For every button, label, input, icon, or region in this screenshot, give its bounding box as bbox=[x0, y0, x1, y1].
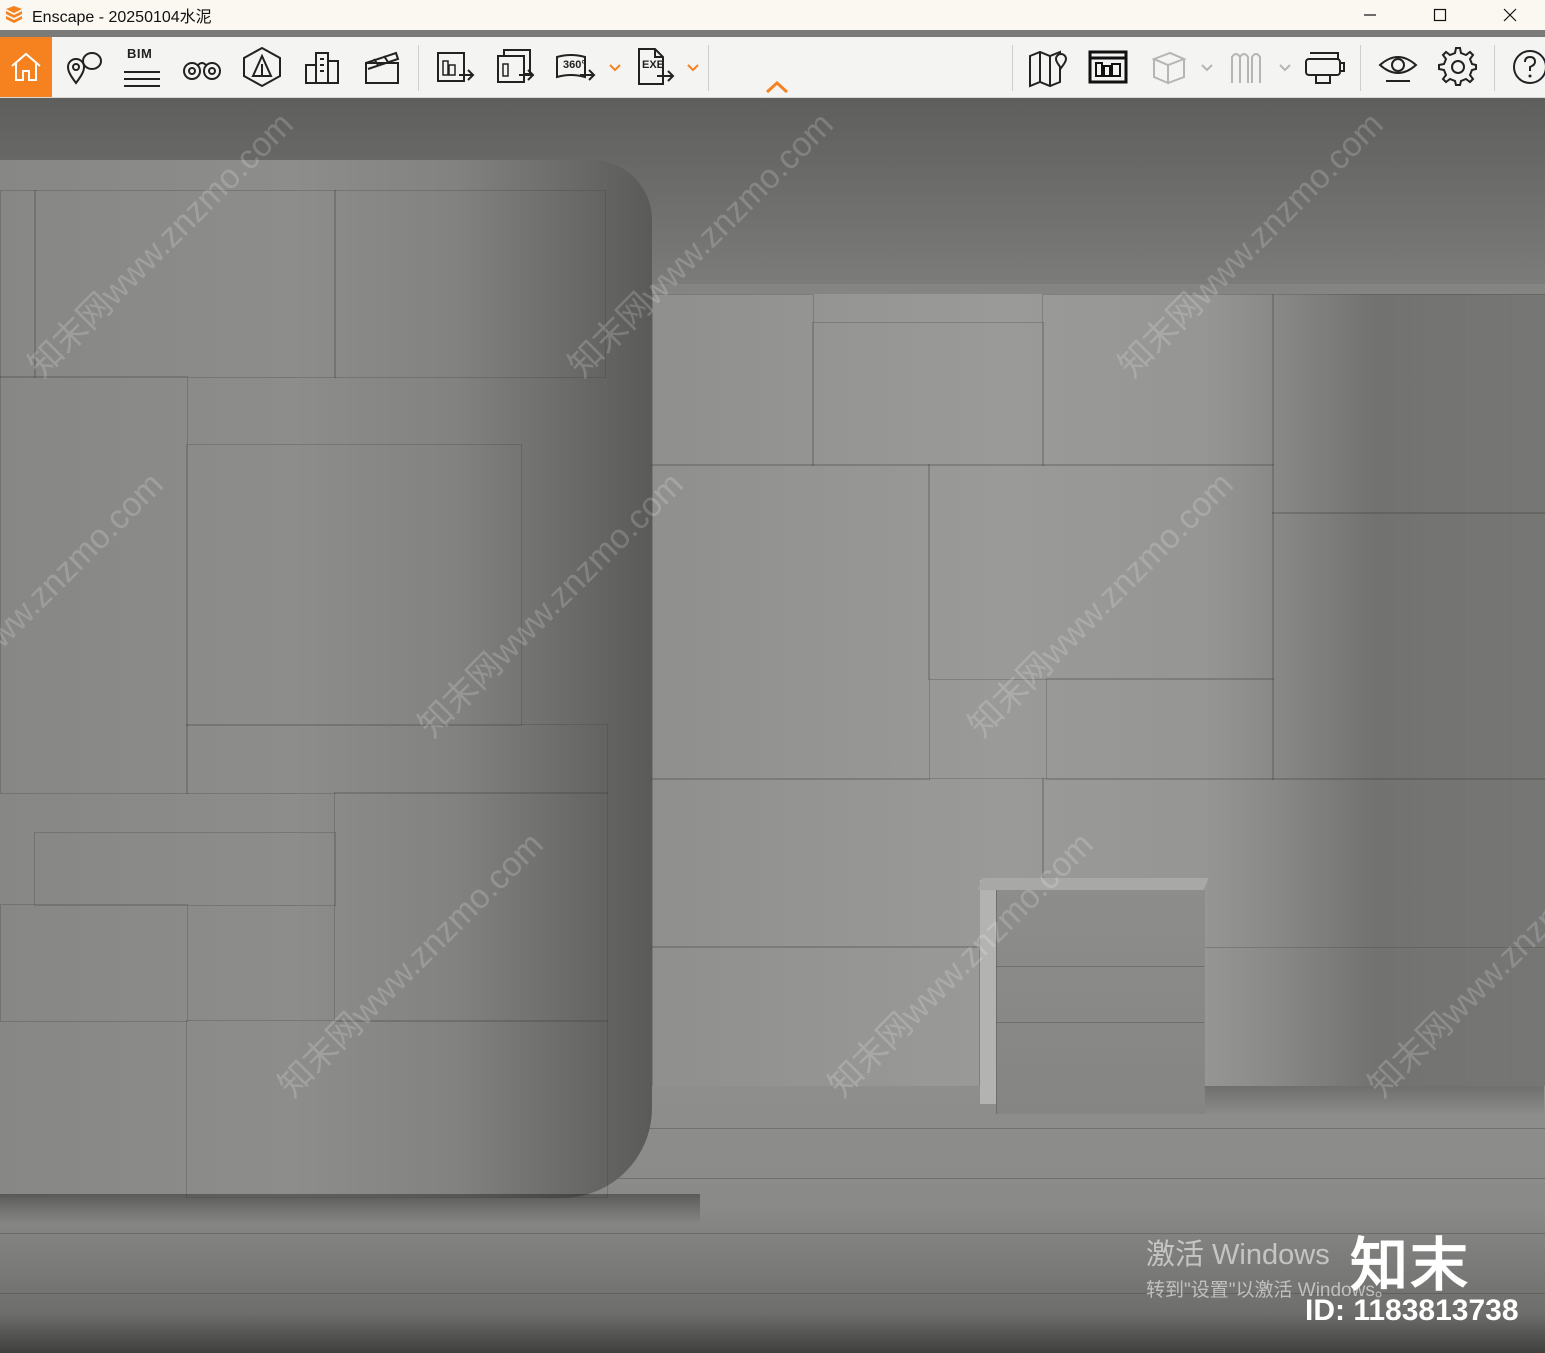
asset-library-icon bbox=[1088, 50, 1128, 84]
enscape-logo-icon bbox=[4, 5, 24, 25]
home-icon bbox=[11, 52, 41, 81]
perspective-button[interactable] bbox=[234, 37, 290, 97]
vr-headset-icon bbox=[1305, 52, 1345, 84]
cube-view-icon bbox=[1151, 51, 1187, 85]
image-id-label: ID: 1183813738 bbox=[1305, 1294, 1519, 1327]
visual-presets-icon bbox=[1231, 53, 1261, 83]
toolbar-separator bbox=[1360, 45, 1361, 91]
chevron-down-icon bbox=[609, 64, 621, 72]
settings-icon bbox=[1438, 47, 1477, 86]
help-button[interactable] bbox=[1502, 37, 1545, 97]
panorama-dropdown[interactable] bbox=[606, 59, 624, 77]
vr-headset-button[interactable] bbox=[1296, 37, 1352, 97]
render-viewport[interactable]: 知末网www.znzmo.com 知末网www.znzmo.com 知末网www… bbox=[0, 98, 1545, 1353]
walk-mode-button[interactable] bbox=[174, 37, 230, 97]
views-button[interactable] bbox=[56, 37, 112, 97]
close-icon bbox=[1503, 8, 1517, 22]
map-button[interactable] bbox=[1020, 37, 1076, 97]
toolbar-separator bbox=[1494, 45, 1495, 91]
window-title: Enscape - 20250104水泥 bbox=[32, 9, 212, 26]
help-icon bbox=[1513, 50, 1545, 84]
wall-panel bbox=[1272, 294, 1545, 514]
buildings-icon bbox=[305, 52, 339, 84]
panorama-button[interactable]: 360° bbox=[548, 37, 604, 97]
panorama-label: 360° bbox=[563, 59, 586, 71]
wall-panel bbox=[812, 322, 1044, 466]
wall-panel bbox=[652, 294, 814, 466]
asset-library-button[interactable] bbox=[1080, 37, 1136, 97]
batch-render-icon bbox=[497, 49, 535, 83]
minimize-icon bbox=[1364, 14, 1376, 16]
minimize-button[interactable] bbox=[1335, 0, 1405, 30]
view-settings-button[interactable] bbox=[1370, 37, 1426, 97]
map-icon bbox=[1029, 50, 1068, 88]
chevron-down-icon bbox=[1279, 64, 1291, 72]
collapse-toolbar-button[interactable] bbox=[762, 78, 792, 96]
render-image-button[interactable] bbox=[428, 37, 484, 97]
column-panel bbox=[34, 832, 336, 906]
column-panel bbox=[0, 904, 188, 1022]
settings-button[interactable] bbox=[1430, 37, 1486, 97]
clapperboard-icon bbox=[365, 51, 400, 84]
chevron-down-icon bbox=[687, 64, 699, 72]
wall-panel bbox=[1272, 512, 1545, 780]
render-export-icon bbox=[437, 52, 475, 82]
close-button[interactable] bbox=[1475, 0, 1545, 30]
toolbar-separator bbox=[708, 45, 709, 91]
cube-view-button[interactable] bbox=[1140, 37, 1196, 97]
binoculars-icon bbox=[183, 62, 221, 80]
exe-label: EXE bbox=[642, 59, 665, 71]
column-panel bbox=[186, 1020, 608, 1198]
wall-panel bbox=[652, 464, 930, 780]
brand-watermark: 知末 bbox=[1350, 1233, 1471, 1298]
bim-button[interactable]: BIM bbox=[114, 37, 170, 97]
toolbar-separator bbox=[418, 45, 419, 91]
chevron-down-icon bbox=[1201, 64, 1213, 72]
chevron-up-icon bbox=[765, 80, 789, 94]
batch-render-button[interactable] bbox=[488, 37, 544, 97]
location-pins-icon bbox=[66, 52, 102, 85]
perspective-icon bbox=[243, 46, 281, 88]
column-shadow bbox=[0, 1194, 700, 1224]
toolbar-separator bbox=[1012, 45, 1013, 91]
column-panel bbox=[186, 724, 608, 794]
title-bar: Enscape - 20250104水泥 bbox=[0, 0, 1545, 30]
wall-panel bbox=[1046, 678, 1274, 780]
bim-label: BIM bbox=[127, 46, 153, 61]
eye-icon bbox=[1378, 56, 1418, 82]
exe-export-dropdown[interactable] bbox=[684, 59, 702, 77]
visual-presets-dropdown[interactable] bbox=[1276, 59, 1294, 77]
maximize-icon bbox=[1433, 8, 1447, 22]
block-joint bbox=[996, 1022, 1204, 1023]
exe-export-button[interactable]: EXE bbox=[628, 37, 684, 97]
visual-presets-button[interactable] bbox=[1218, 37, 1274, 97]
home-button[interactable] bbox=[0, 37, 52, 97]
site-context-button[interactable] bbox=[294, 37, 350, 97]
block-joint bbox=[996, 966, 1204, 967]
maximize-button[interactable] bbox=[1405, 0, 1475, 30]
cube-view-dropdown[interactable] bbox=[1198, 59, 1216, 77]
video-editor-button[interactable] bbox=[354, 37, 410, 97]
